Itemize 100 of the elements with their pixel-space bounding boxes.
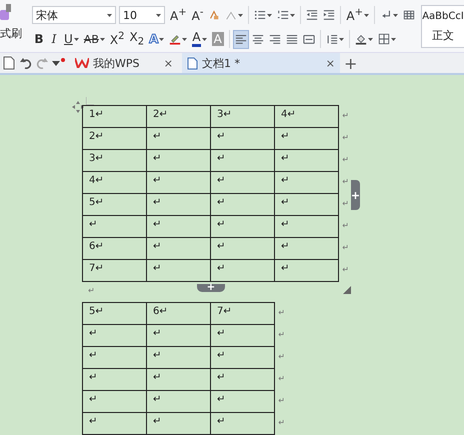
table-cell: ↵ [83, 347, 147, 369]
close-tab-button[interactable]: × [164, 56, 173, 70]
table-cell: ↵ [147, 172, 211, 194]
paragraph-mark: ↵ [88, 286, 95, 296]
caret-icon [100, 38, 105, 40]
numbered-list-icon [277, 9, 290, 21]
row-end-mark: ↵ [278, 330, 285, 339]
table-cell: ↵ [147, 128, 211, 150]
table-cell: 2↵ [147, 106, 211, 128]
table-cell: ↵ [83, 391, 147, 413]
row-end-mark: ↵ [278, 418, 285, 427]
table-cell: ↵ [147, 260, 211, 282]
table-cell: ↵ [211, 325, 275, 347]
row-end-mark: ↵ [278, 396, 285, 405]
margin-corner-icon [86, 97, 94, 105]
customize-icon[interactable] [52, 58, 66, 68]
alignleft-button[interactable] [232, 30, 249, 48]
table-cell: ↵ [83, 216, 147, 238]
table-cell: ↵ [211, 260, 275, 282]
caret-icon [290, 14, 296, 16]
character-scale-button[interactable]: A$^{+}$ [344, 6, 372, 24]
document-tab[interactable]: 文档1 * × [182, 53, 340, 73]
document-icon [187, 56, 198, 70]
paintbrush-icon[interactable] [0, 4, 14, 20]
font-size-select[interactable]: 10 [118, 6, 165, 24]
table-cell: ↵ [147, 216, 211, 238]
table-cell: ↵ [147, 391, 211, 413]
table-cell: 5↵ [83, 194, 147, 216]
style-name: 正文 [432, 28, 454, 42]
add-column-button[interactable]: + [351, 180, 360, 210]
style-gallery[interactable]: AaBbCcI 正文 [421, 5, 464, 48]
font-select[interactable]: 宋体 [32, 6, 116, 24]
resize-handle-icon[interactable] [343, 286, 351, 294]
table-cell: ↵ [83, 325, 147, 347]
caret-icon [393, 14, 398, 16]
undo-icon[interactable] [20, 57, 32, 69]
row-end-mark: ↵ [278, 352, 285, 361]
caret-icon [368, 38, 373, 40]
table-cell: 2↵ [83, 128, 147, 150]
borders-icon [378, 33, 390, 45]
table-cell: 7↵ [211, 303, 275, 325]
table-cell: 6↵ [147, 303, 211, 325]
table-cell: ↵ [147, 347, 211, 369]
justify-icon [286, 33, 298, 45]
table-cell: ↵ [275, 172, 339, 194]
caret-icon [364, 14, 370, 16]
eraser-icon [208, 9, 220, 21]
font-color-button[interactable]: A [190, 30, 209, 48]
table-cell: ↵ [275, 238, 339, 260]
row-end-mark: ↵ [342, 265, 349, 274]
table-cell: ↵ [83, 369, 147, 391]
table-cell: 4↵ [275, 106, 339, 128]
format-painter-label[interactable]: 式刷 [0, 26, 22, 41]
outdent-icon [306, 9, 318, 21]
caret-icon [106, 14, 112, 16]
row-end-mark: ↵ [278, 374, 285, 383]
table-cell: ↵ [275, 150, 339, 172]
table-icon [403, 9, 416, 21]
table-cell: 3↵ [83, 150, 147, 172]
distribute-icon [302, 33, 315, 45]
shrink-font-button[interactable]: A$^{-}$ [190, 6, 206, 24]
bold-button[interactable]: B [32, 30, 46, 48]
strikethrough-button[interactable]: AB [82, 30, 107, 48]
table-cell: ↵ [211, 128, 275, 150]
caret-icon [267, 14, 272, 16]
indent-icon [323, 9, 336, 21]
table-cell: 5↵ [83, 303, 147, 325]
script-button[interactable]: X$^{2}$ [108, 30, 126, 48]
caret-icon [338, 38, 344, 40]
grow-font-button[interactable]: A$^{+}$ [168, 6, 189, 24]
add-row-button[interactable]: + [197, 284, 225, 292]
underline-button[interactable]: U [62, 30, 81, 48]
caret-icon [159, 38, 164, 40]
caret-icon [238, 14, 244, 16]
table-cell: ↵ [211, 172, 275, 194]
table-cell: ↵ [147, 413, 211, 435]
caret-icon [156, 14, 161, 16]
italic-button[interactable]: I [47, 30, 61, 48]
close-tab-button[interactable]: × [326, 56, 335, 70]
row-end-mark: ↵ [342, 133, 349, 142]
highlighter-icon [169, 33, 182, 45]
table-cell: ↵ [211, 369, 275, 391]
row-end-mark: ↵ [342, 199, 349, 208]
caret-icon [202, 38, 207, 40]
row-end-mark: ↵ [342, 221, 349, 230]
table-cell: 1↵ [83, 106, 147, 128]
line-spacing-icon [326, 33, 338, 45]
document-icon[interactable] [3, 56, 16, 70]
bullet-list-icon [254, 9, 266, 21]
document-tab[interactable]: 我的WPS × [70, 53, 178, 73]
table-cell: ↵ [211, 347, 275, 369]
caret-icon [182, 38, 188, 40]
w-logo-icon [75, 58, 89, 68]
move-handle-icon[interactable] [72, 101, 84, 113]
align-left-icon [234, 33, 247, 45]
table-cell: ↵ [275, 128, 339, 150]
table-cell: 6↵ [83, 238, 147, 260]
script-button[interactable]: X$_{2}$ [127, 30, 146, 48]
style-sample: AaBbCcI [422, 10, 464, 22]
new-tab-button[interactable]: + [344, 54, 358, 72]
